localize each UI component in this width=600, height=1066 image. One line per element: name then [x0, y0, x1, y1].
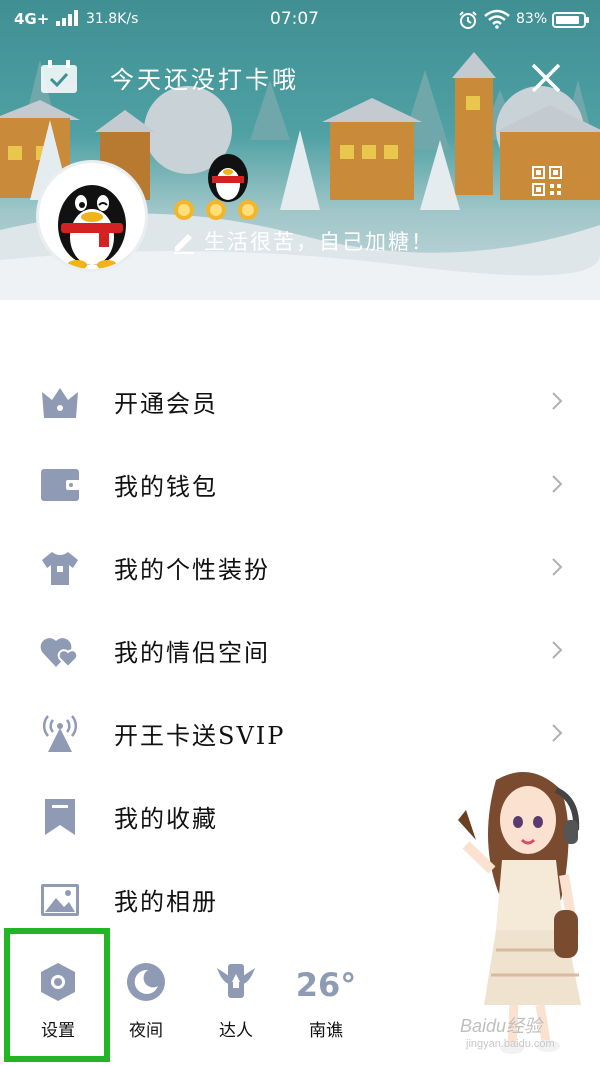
night-mode-button[interactable]: 夜间	[106, 962, 186, 1042]
level-badges[interactable]	[170, 196, 360, 224]
avatar[interactable]	[36, 160, 148, 272]
menu-label: 我的钱包	[114, 473, 218, 501]
menu-label: 我的相册	[114, 888, 218, 916]
penguin-avatar-icon	[58, 185, 126, 269]
bookmark-icon	[45, 799, 75, 835]
menu-item-vip[interactable]: 开通会员	[0, 372, 600, 432]
signal-tower-icon	[43, 715, 77, 752]
chevron-right-icon	[552, 475, 563, 493]
close-icon[interactable]	[530, 62, 562, 94]
menu-item-couple-space[interactable]: 我的情侣空间	[0, 621, 600, 681]
battery-percent: 83%	[516, 11, 548, 27]
clock: 07:07	[270, 9, 319, 29]
settings-highlight	[4, 928, 110, 1062]
expert-label: 达人	[219, 1021, 253, 1041]
weather-city: 南谯	[309, 1021, 343, 1041]
weather-widget[interactable]: 26° 南谯	[286, 962, 366, 1042]
chevron-right-icon	[552, 558, 563, 576]
watermark-url: jingyan.baidu.com	[466, 1038, 555, 1050]
wallet-icon	[41, 469, 80, 501]
calendar-check-icon[interactable]	[40, 60, 78, 94]
menu-label: 我的个性装扮	[114, 556, 270, 584]
menu-label: 开王卡送SVIP	[114, 722, 286, 750]
status-bar: 4G+ 31.8K/s 07:07 83%	[0, 0, 600, 40]
alarm-icon	[459, 11, 477, 29]
chevron-right-icon	[552, 641, 563, 659]
battery-icon	[552, 12, 589, 28]
qr-code-icon[interactable]	[532, 166, 562, 196]
signature-text: 生活很苦，自己加糖！	[204, 230, 434, 254]
network-type: 4G+	[14, 10, 50, 28]
menu-item-dressup[interactable]: 我的个性装扮	[0, 538, 600, 598]
checkin-reminder[interactable]: 今天还没打卡哦	[110, 60, 299, 95]
network-indicator: 4G+	[14, 10, 81, 28]
menu-label: 我的情侣空间	[114, 639, 270, 667]
watermark: Baidu经验	[460, 1016, 543, 1036]
chevron-right-icon	[552, 392, 563, 410]
hearts-icon	[40, 638, 79, 669]
network-speed: 31.8K/s	[86, 11, 139, 27]
moon-icon	[127, 963, 165, 1001]
menu-label: 我的收藏	[114, 805, 218, 833]
night-mode-label: 夜间	[129, 1021, 163, 1041]
menu-item-king-card[interactable]: 开王卡送SVIP	[0, 704, 600, 764]
menu-item-wallet[interactable]: 我的钱包	[0, 455, 600, 515]
menu-label: 开通会员	[114, 390, 218, 418]
crown-icon	[42, 388, 78, 418]
chevron-right-icon	[552, 724, 563, 742]
winged-badge-icon	[217, 964, 255, 998]
profile-header: 4G+ 31.8K/s 07:07 83% 今天还没打卡哦 生活很苦，自己加糖！	[0, 0, 600, 300]
tshirt-icon	[42, 552, 78, 585]
signal-icon	[55, 10, 78, 26]
wifi-icon	[484, 9, 510, 29]
weather-temperature: 26°	[295, 966, 357, 1004]
expert-button[interactable]: 达人	[196, 962, 276, 1042]
edit-icon	[174, 234, 194, 254]
sun-level-icon	[174, 200, 258, 220]
moon-level-icon	[274, 200, 354, 220]
photo-icon	[41, 884, 79, 916]
